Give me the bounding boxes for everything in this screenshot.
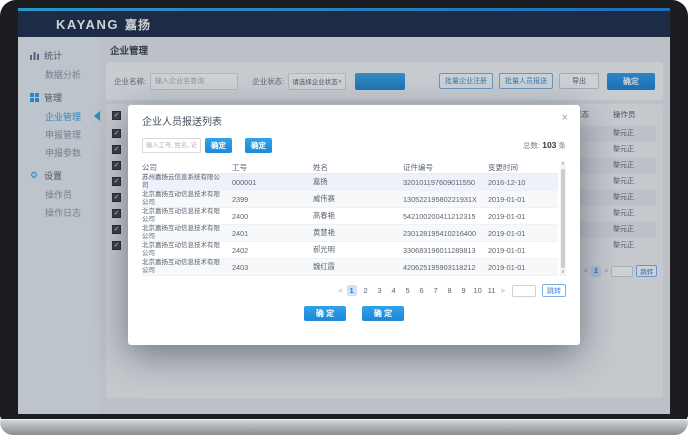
prev-page-arrow[interactable]: < [338,286,342,295]
scroll-down-icon[interactable]: ∨ [560,269,566,276]
cell-empno: 2401 [232,229,313,238]
modal-confirm-button-2[interactable]: 确定 [245,138,272,153]
personnel-table: 公司 工号 姓名 证件编号 变更时间 苏州嘉扬云信息系统有限公司 000001 … [142,161,566,276]
page-number[interactable]: 4 [389,285,399,296]
page-jump-input[interactable] [512,285,536,297]
footer-confirm-button-1[interactable]: 确 定 [304,306,346,321]
laptop-base [0,419,688,435]
table-row[interactable]: 北京嘉扬互动信息技术有限公司 2401 黄慧艳 2301281954102164… [142,225,558,242]
modal-footer: 确 定 确 定 [128,306,580,321]
cell-idnumber: 330683196011289813 [403,246,488,255]
cell-idnumber: 420625195903118212 [403,263,488,272]
cell-empno: 2403 [232,263,313,272]
page-jump-button[interactable]: 跳转 [542,284,566,297]
page-number[interactable]: 9 [459,285,469,296]
modal-pagination: < 1 2 3 4 5 6 7 8 9 10 11 > 跳转 [142,284,566,297]
cell-idnumber: 230128195410216400 [403,229,488,238]
page-number[interactable]: 2 [361,285,371,296]
close-icon[interactable]: × [562,113,568,123]
table-scrollbar[interactable]: ∧ ∨ [560,161,566,276]
footer-confirm-button-2[interactable]: 确 定 [362,306,404,321]
column-header-name: 姓名 [313,162,403,173]
cell-name: 嘉扬 [313,177,403,187]
table-row[interactable]: 北京嘉扬互动信息技术有限公司 2400 高春艳 5421002004112123… [142,208,558,225]
personnel-report-modal: 企业人员报送列表 × 确定 确定 总数: 103 条 公司 工号 姓名 证件编号 [128,105,580,345]
modal-toolbar: 确定 确定 总数: 103 条 [142,137,566,153]
modal-confirm-button-1[interactable]: 确定 [205,138,232,153]
cell-idnumber: 320101197609011550 [403,178,488,187]
screen: KAYANG 嘉扬 统计 数据分析 管理 [18,8,670,414]
total-count-value: 103 [542,140,556,150]
cell-changedate: 2019-01-01 [488,212,540,221]
cell-idnumber: 542100200411212315 [403,212,488,221]
table-row[interactable]: 北京嘉扬互动信息技术有限公司 2399 威伟赛 1305221958022193… [142,191,558,208]
page-number[interactable]: 10 [473,285,483,296]
cell-company: 北京嘉扬互动信息技术有限公司 [142,259,232,275]
column-header-changedate: 变更时间 [488,162,540,173]
next-page-arrow[interactable]: > [501,286,505,295]
cell-empno: 2400 [232,212,313,221]
cell-name: 魏红霞 [313,262,403,272]
cell-company: 苏州嘉扬云信息系统有限公司 [142,174,232,190]
cell-name: 黄慧艳 [313,228,403,238]
page-number-active[interactable]: 1 [347,285,357,296]
column-header-idnumber: 证件编号 [403,162,488,173]
cell-changedate: 2019-01-01 [488,195,540,204]
modal-title: 企业人员报送列表 [142,113,222,128]
cell-changedate: 2019-01-01 [488,229,540,238]
column-header-empno: 工号 [232,162,313,173]
cell-idnumber: 13052219580221931X [403,195,488,204]
column-header-company: 公司 [142,162,232,173]
cell-name: 郝光明 [313,245,403,255]
cell-name: 高春艳 [313,211,403,221]
total-count: 总数: 103 条 [523,140,566,151]
laptop-device: KAYANG 嘉扬 统计 数据分析 管理 [0,0,688,435]
page-number[interactable]: 11 [487,285,497,296]
scrollbar-thumb[interactable] [561,169,565,268]
page-number[interactable]: 5 [403,285,413,296]
cell-changedate: 2019-01-01 [488,246,540,255]
cell-empno: 2399 [232,195,313,204]
table-row[interactable]: 苏州嘉扬云信息系统有限公司 000001 嘉扬 3201011976090115… [142,174,558,191]
page-number[interactable]: 7 [431,285,441,296]
cell-empno: 2402 [232,246,313,255]
cell-changedate: 2019-01-01 [488,263,540,272]
table-row[interactable]: 北京嘉扬互动信息技术有限公司 2402 郝光明 3306831960112898… [142,242,558,259]
cell-changedate: 2016-12-10 [488,178,540,187]
page-number[interactable]: 3 [375,285,385,296]
table-row[interactable]: 北京嘉扬互动信息技术有限公司 2403 魏红霞 4206251959031182… [142,259,558,276]
personnel-search-input[interactable] [142,138,201,153]
page-number[interactable]: 6 [417,285,427,296]
cell-empno: 000001 [232,178,313,187]
cell-company: 北京嘉扬互动信息技术有限公司 [142,225,232,241]
cell-company: 北京嘉扬互动信息技术有限公司 [142,208,232,224]
cell-company: 北京嘉扬互动信息技术有限公司 [142,191,232,207]
cell-name: 威伟赛 [313,194,403,204]
table-header-row: 公司 工号 姓名 证件编号 变更时间 [142,161,558,174]
cell-company: 北京嘉扬互动信息技术有限公司 [142,242,232,258]
page-number[interactable]: 8 [445,285,455,296]
scroll-up-icon[interactable]: ∧ [560,161,566,168]
